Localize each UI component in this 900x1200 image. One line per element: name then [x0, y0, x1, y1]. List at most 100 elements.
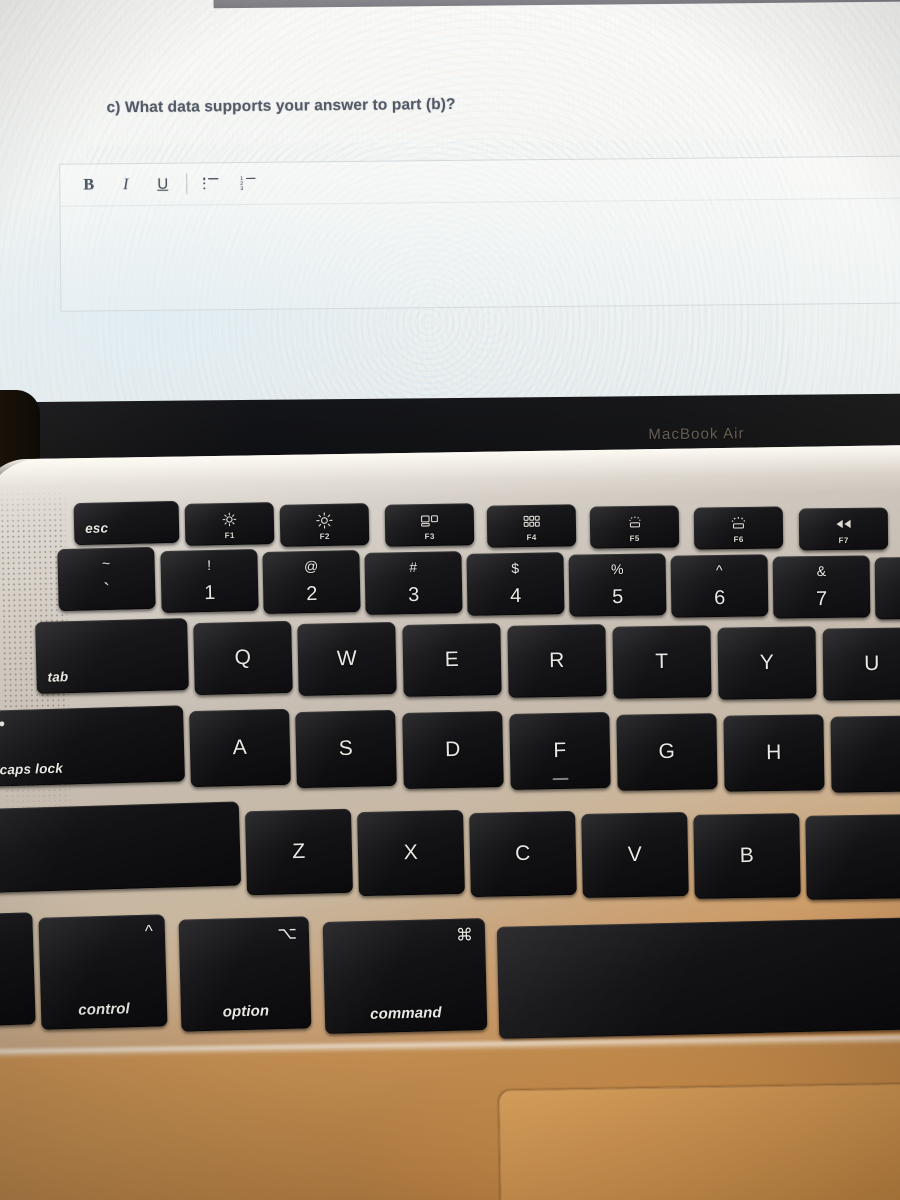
launchpad-icon	[487, 511, 576, 530]
numbered-list-icon: 1 2 3	[240, 176, 256, 192]
numbered-list-button[interactable]: 1 2 3	[229, 167, 266, 199]
b-key[interactable]: B	[693, 813, 801, 899]
laptop-photo: c) What data supports your answer to par…	[0, 0, 900, 1200]
space-key[interactable]	[496, 917, 900, 1039]
y-key[interactable]: Y	[717, 626, 817, 700]
s-key[interactable]: S	[295, 709, 397, 789]
d-key[interactable]: D	[402, 710, 504, 790]
f3-key[interactable]: F3	[384, 503, 475, 547]
esc-key-label: esc	[84, 520, 109, 536]
trackpad[interactable]	[498, 1083, 900, 1200]
f7-key-label: F7	[838, 535, 849, 546]
control-key[interactable]: ^ control	[38, 914, 168, 1030]
caps-lock-key[interactable]: caps lock	[0, 705, 186, 787]
f1-key[interactable]: F1	[184, 502, 275, 546]
g-key-label: G	[658, 739, 676, 764]
six-key[interactable]: ^ 6	[670, 554, 769, 618]
left-shift-key[interactable]: ift	[0, 801, 242, 895]
f5-key[interactable]: F5	[589, 505, 680, 549]
r-key[interactable]: R	[507, 624, 607, 698]
bulleted-list-icon	[203, 177, 219, 190]
g-key[interactable]: G	[616, 713, 718, 791]
f4-key[interactable]: F4	[486, 504, 577, 548]
t-key-label: T	[655, 649, 669, 674]
z-key-label: Z	[292, 839, 306, 864]
two-key-label: 2	[305, 582, 318, 606]
option-key[interactable]: ⌥ option	[178, 916, 312, 1032]
v-key-label: V	[627, 842, 643, 867]
w-key-label: W	[336, 646, 358, 671]
h-key[interactable]: H	[723, 714, 825, 792]
space-key-label	[499, 1019, 900, 1029]
x-key[interactable]: X	[357, 809, 465, 897]
list-marker-3: 3	[240, 185, 244, 192]
seven-key-label: 7	[815, 587, 828, 611]
tab-key[interactable]: tab	[35, 618, 189, 694]
f4-key-label: F4	[526, 532, 537, 543]
n-key[interactable]	[805, 814, 900, 900]
backtick-key[interactable]: ~ `	[57, 546, 156, 612]
italic-button[interactable]: I	[107, 168, 144, 200]
fn-key[interactable]	[0, 912, 36, 1028]
five-key[interactable]: % 5	[568, 553, 667, 617]
control-caret-icon: ^	[144, 921, 154, 941]
a-key[interactable]: A	[189, 708, 291, 788]
bulleted-list-button[interactable]	[192, 168, 229, 200]
mission-control-icon	[385, 510, 474, 530]
e-key[interactable]: E	[402, 623, 502, 697]
three-key-label: 3	[407, 583, 420, 607]
fn-key-label	[0, 1014, 35, 1018]
eight-key[interactable]	[874, 556, 900, 620]
option-key-label: option	[222, 1002, 270, 1021]
f-key-homing-bar	[552, 778, 569, 781]
answer-editor[interactable]: B I U 1 2 3	[59, 155, 900, 312]
e-key-label: E	[444, 647, 460, 672]
c-key[interactable]: C	[469, 810, 577, 898]
f2-key[interactable]: F2	[279, 503, 370, 547]
five-key-label: 5	[611, 585, 624, 609]
caps-lock-indicator	[0, 721, 5, 727]
f7-key[interactable]: F7	[798, 507, 889, 551]
one-key[interactable]: ! 1	[160, 548, 259, 614]
keyboard-backlight-up-icon	[694, 513, 783, 532]
z-key[interactable]: Z	[244, 808, 354, 896]
q-key[interactable]: Q	[193, 620, 293, 696]
six-key-label: 6	[713, 586, 726, 610]
four-key-label: 4	[509, 584, 522, 608]
u-key[interactable]: U	[822, 627, 900, 701]
four-key-shift-label: $	[511, 559, 520, 577]
macbook-air-logo: MacBook Air	[648, 425, 745, 444]
three-key-shift-label: #	[409, 558, 418, 576]
t-key[interactable]: T	[612, 625, 712, 699]
j-key[interactable]	[830, 715, 900, 793]
answer-textarea[interactable]	[60, 198, 900, 311]
toolbar-divider	[186, 173, 188, 195]
w-key[interactable]: W	[297, 621, 397, 697]
rewind-icon	[799, 515, 888, 534]
underline-button[interactable]: U	[144, 168, 181, 200]
esc-key[interactable]: esc	[73, 500, 180, 546]
three-key[interactable]: # 3	[364, 551, 463, 615]
four-key[interactable]: $ 4	[466, 552, 565, 616]
f6-key[interactable]: F6	[693, 506, 784, 550]
q-key-label: Q	[234, 645, 252, 670]
brightness-up-icon	[280, 510, 369, 530]
keyboard-backlight-down-icon	[590, 512, 679, 531]
f2-key-label: F2	[319, 531, 330, 542]
bold-button[interactable]: B	[70, 169, 107, 201]
caps-lock-key-label: caps lock	[0, 760, 64, 778]
y-key-label: Y	[759, 650, 775, 675]
v-key[interactable]: V	[581, 811, 689, 899]
f-key[interactable]: F	[509, 712, 611, 790]
u-key-label: U	[864, 651, 880, 676]
backtick-key-shift-label: ~	[101, 554, 111, 572]
two-key[interactable]: @ 2	[262, 549, 361, 615]
seven-key[interactable]: & 7	[772, 555, 871, 619]
command-key[interactable]: ⌘ command	[322, 918, 488, 1034]
eight-key-shift-label	[875, 563, 900, 564]
f5-key-label: F5	[629, 533, 640, 544]
command-icon: ⌘	[455, 925, 474, 945]
c-key-label: C	[514, 841, 532, 866]
h-key-label: H	[765, 740, 782, 765]
s-key-label: S	[338, 736, 354, 761]
